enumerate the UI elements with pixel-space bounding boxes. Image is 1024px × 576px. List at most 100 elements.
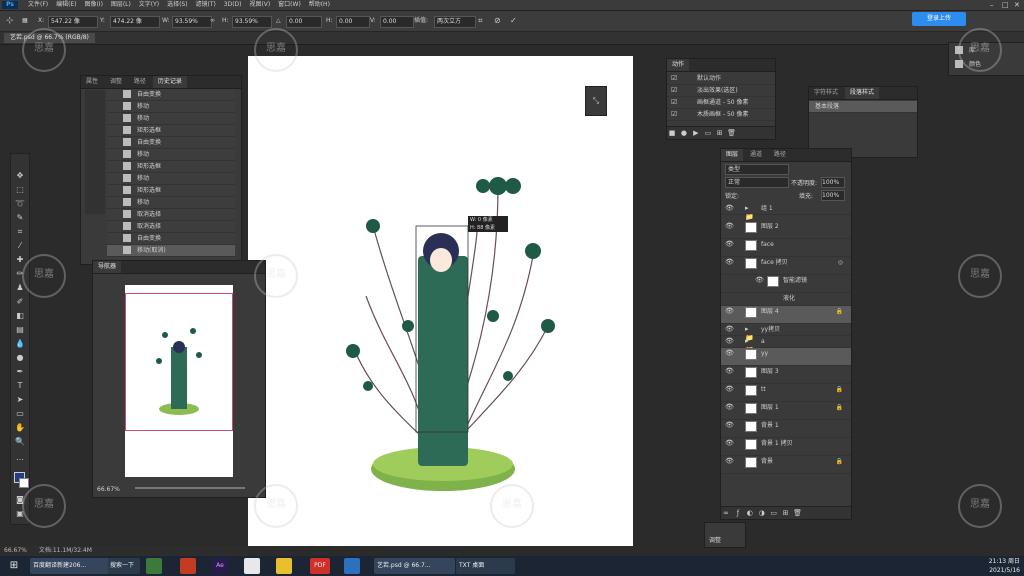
navigator-preview[interactable] (125, 285, 233, 477)
fill-field[interactable]: 100% (821, 190, 845, 201)
y-field[interactable]: 474.22 像 (110, 16, 160, 28)
layer-row[interactable]: 👁 图层 2 (721, 221, 851, 239)
tab-paragraph-styles[interactable]: 段落样式 (844, 87, 879, 99)
layer-row[interactable]: 👁▸📁a (721, 336, 851, 354)
menu-select[interactable]: 选择(S) (167, 0, 188, 10)
opacity-field[interactable]: 100% (821, 177, 845, 188)
tab-history[interactable]: 历史记录 (152, 76, 187, 88)
list-item[interactable]: 基本段落 (809, 101, 917, 113)
clock[interactable]: 21:13 周日 2021/5/16 (940, 557, 1020, 574)
new-group-icon[interactable]: ▭ (769, 507, 779, 519)
pen-tool-icon[interactable]: ✒ (14, 366, 26, 378)
layer-row[interactable]: 👁 face 拷贝 ◎ (721, 257, 851, 275)
warp-icon[interactable]: ⌗ (478, 16, 483, 26)
layer-row[interactable]: 👁 ▸📁 yy拷贝 (721, 324, 851, 342)
menu-file[interactable]: 文件(F) (28, 0, 48, 10)
taskbar-item-app[interactable] (180, 558, 196, 574)
blur-tool-icon[interactable]: 💧 (14, 338, 26, 350)
width-field[interactable]: 93.59% (172, 16, 212, 28)
adjust-label[interactable]: 调整 (709, 535, 721, 544)
new-set-icon[interactable]: ▭ (703, 127, 713, 139)
quick-select-tool-icon[interactable]: ✎ (14, 212, 26, 224)
list-item[interactable]: 移动 (107, 149, 235, 161)
vskew-field[interactable]: 0.00 (380, 16, 414, 28)
list-item[interactable]: 矩形选框 (107, 185, 235, 197)
lasso-tool-icon[interactable]: ➰ (14, 198, 26, 210)
hand-tool-icon[interactable]: ✋ (14, 422, 26, 434)
layer-row[interactable]: 👁 智能滤镜 (721, 275, 851, 293)
path-select-icon[interactable]: ➤ (14, 394, 26, 406)
more-tools-icon[interactable]: … (14, 452, 26, 464)
tab-channels[interactable]: 通道 (745, 149, 767, 161)
menu-filter[interactable]: 滤镜(T) (196, 0, 216, 10)
tab-properties[interactable]: 属性 (81, 76, 103, 88)
menu-image[interactable]: 图像(I) (84, 0, 102, 10)
list-item[interactable]: ☑ 画框通道 - 50 像素 (667, 97, 775, 109)
menu-view[interactable]: 视图(V) (249, 0, 270, 10)
layer-row[interactable]: 👁 yy (721, 348, 851, 366)
taskbar-item-app[interactable] (344, 558, 360, 574)
tab-layers[interactable]: 图层 (721, 149, 744, 161)
x-field[interactable]: 547.22 像 (48, 16, 98, 28)
list-item[interactable]: 自由变换 (107, 233, 235, 245)
marquee-tool-icon[interactable]: ⬚ (14, 184, 26, 196)
navigator-zoom-value[interactable]: 66.67% (97, 486, 120, 493)
gradient-tool-icon[interactable]: ▤ (14, 324, 26, 336)
tab-character-styles[interactable]: 字符样式 (809, 87, 843, 99)
list-item[interactable]: 移动 (107, 101, 235, 113)
cancel-transform-icon[interactable]: ⊘ (494, 16, 501, 26)
tab-navigator[interactable]: 导航器 (93, 261, 122, 273)
layer-row[interactable]: 👁 背景 1 (721, 420, 851, 438)
list-item[interactable]: 移动 (107, 197, 235, 209)
layer-row[interactable]: 👁 图层 4 🔒 (721, 306, 851, 324)
link-icon[interactable]: ∞ (210, 16, 215, 26)
angle-field[interactable]: 0.00 (286, 16, 322, 28)
start-button[interactable]: ⊞ (2, 558, 26, 574)
menu-help[interactable]: 帮助(H) (309, 0, 330, 10)
crop-tool-icon[interactable]: ⌗ (14, 226, 26, 238)
float-tool-icon[interactable]: ⤡ (585, 86, 607, 116)
new-layer-icon[interactable]: ⊞ (781, 507, 791, 519)
height-field[interactable]: 93.59% (232, 16, 272, 28)
delete-layer-icon[interactable]: 🗑 (793, 507, 803, 519)
layer-row[interactable]: 👁 face (721, 239, 851, 257)
menu-type[interactable]: 文字(Y) (139, 0, 159, 10)
hskew-field[interactable]: 0.00 (336, 16, 370, 28)
eyedropper-tool-icon[interactable]: ⁄ (14, 240, 26, 252)
record-icon[interactable]: ● (679, 127, 689, 139)
taskbar-item-translate[interactable]: 百度翻译新建206... (30, 558, 109, 574)
menu-3d[interactable]: 3D(D) (224, 0, 242, 10)
taskbar-item-pdf[interactable]: PDF (310, 558, 330, 574)
tab-actions[interactable]: 动作 (667, 59, 690, 71)
taskbar-item-search[interactable]: 搜索一下 (108, 558, 140, 574)
stop-icon[interactable]: ■ (667, 127, 677, 139)
zoom-level[interactable]: 66.67% (4, 547, 27, 554)
close-icon[interactable]: ✕ (1014, 0, 1020, 10)
menu-edit[interactable]: 编辑(E) (56, 0, 76, 10)
taskbar-item-photoshop[interactable]: 艺若.psd @ 66.7... (374, 558, 455, 574)
link-layers-icon[interactable]: ∞ (721, 507, 731, 519)
adjustment-layer-icon[interactable]: ◑ (757, 507, 767, 519)
taskbar-item-app[interactable] (244, 558, 260, 574)
layer-row[interactable]: 液化 (721, 293, 851, 306)
taskbar-item-app[interactable] (360, 558, 370, 574)
layer-row[interactable]: 👁 图层 1 🔒 (721, 402, 851, 420)
zoom-tool-icon[interactable]: 🔍 (14, 436, 26, 448)
layer-row[interactable]: 👁 背景 🔒 (721, 456, 851, 474)
minimize-icon[interactable]: – (990, 0, 994, 10)
document-canvas[interactable]: ⤡ W: 0 像素 H: 88 像素 (248, 56, 633, 546)
blend-mode-select[interactable]: 正常 (725, 177, 789, 188)
layer-row[interactable]: 👁 ▸📁 组 1 (721, 203, 851, 221)
eraser-tool-icon[interactable]: ◧ (14, 310, 26, 322)
taskbar-item-app[interactable] (276, 558, 292, 574)
tab-paths[interactable]: 路径 (769, 149, 791, 161)
maximize-icon[interactable]: □ (1002, 0, 1009, 10)
list-item[interactable]: ☑ 默认动作 (667, 73, 775, 85)
taskbar-item-aftereffects[interactable]: Ae (212, 558, 228, 574)
list-item[interactable]: ☑ 木质画框 - 50 像素 (667, 109, 775, 121)
interpolation-select[interactable]: 两次立方 (434, 16, 476, 28)
list-item[interactable]: 移动 (107, 173, 235, 185)
history-brush-icon[interactable]: ✐ (14, 296, 26, 308)
fx-icon[interactable]: ƒ (733, 507, 743, 519)
list-item[interactable]: 自由变换 (107, 137, 235, 149)
